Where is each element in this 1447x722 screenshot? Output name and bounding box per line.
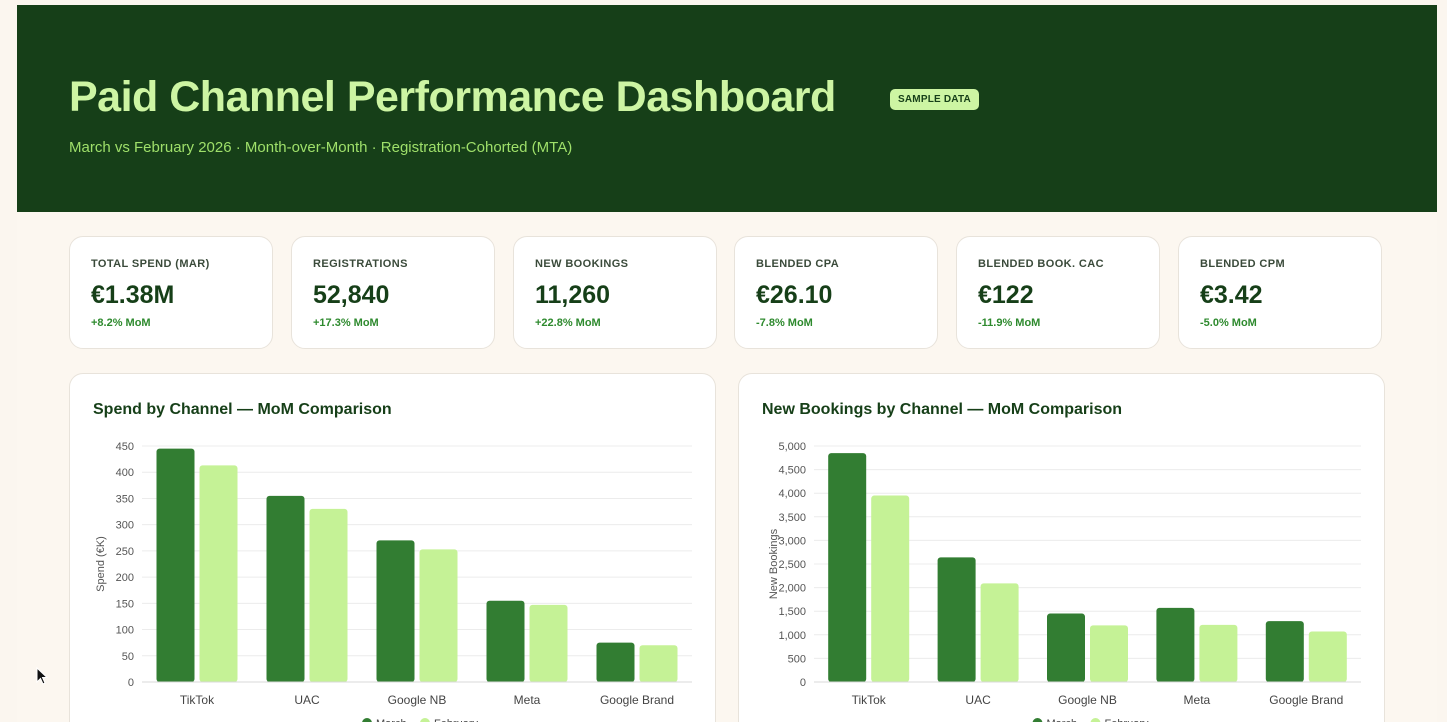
kpi-label: BLENDED CPM	[1200, 258, 1286, 270]
kpi-value: €26.10	[756, 281, 833, 309]
y-tick-label: 0	[800, 677, 806, 689]
legend-label[interactable]: March	[376, 718, 407, 722]
bar-february	[639, 645, 678, 682]
bar-march	[266, 495, 305, 682]
kpi-card-blended-cpm: BLENDED CPM €3.42 -5.0% MoM	[1178, 236, 1382, 349]
dashboard-header: Paid Channel Performance Dashboard SAMPL…	[17, 5, 1437, 212]
y-tick-label: 100	[116, 625, 134, 637]
kpi-label: BLENDED BOOK. CAC	[978, 258, 1104, 270]
legend-swatch	[1090, 718, 1101, 722]
x-tick-label: Google Brand	[600, 693, 674, 707]
kpi-value: €1.38M	[91, 281, 175, 309]
kpi-label: REGISTRATIONS	[313, 258, 408, 270]
y-tick-label: 450	[116, 441, 134, 453]
x-tick-label: Meta	[1184, 693, 1211, 707]
legend-swatch	[362, 718, 372, 722]
kpi-change: +8.2% MoM	[91, 317, 151, 329]
y-tick-label: 350	[116, 493, 134, 505]
kpi-change: -11.9% MoM	[978, 317, 1041, 329]
y-tick-label: 5,000	[778, 441, 806, 453]
kpi-card-blended-book-cac: BLENDED BOOK. CAC €122 -11.9% MoM	[956, 236, 1160, 349]
y-tick-label: 3,500	[778, 512, 806, 524]
kpi-card-new-bookings: NEW BOOKINGS 11,260 +22.8% MoM	[513, 236, 717, 349]
bar-march	[1156, 607, 1195, 682]
bar-march	[156, 448, 195, 682]
spend-chart: 0 50 100 150 200 250 300 350 400 450 Spend (€K) Tik…	[95, 441, 692, 722]
page-subtitle: March vs February 2026 · Month-over-Mont…	[69, 139, 573, 156]
kpi-label: NEW BOOKINGS	[535, 258, 629, 270]
x-tick-label: Meta	[514, 693, 541, 707]
bar-march	[937, 557, 976, 682]
x-tick-label: TikTok	[180, 693, 215, 707]
y-tick-label: 2,000	[778, 583, 806, 595]
bar-march	[1265, 621, 1304, 682]
kpi-change: -5.0% MoM	[1200, 317, 1257, 329]
y-tick-label: 1,000	[778, 630, 806, 642]
bar-february	[871, 495, 910, 682]
bar-march	[486, 600, 525, 682]
legend-swatch	[1032, 718, 1043, 722]
y-axis-label: New Bookings	[768, 528, 780, 599]
kpi-label: BLENDED CPA	[756, 258, 840, 270]
kpi-card-blended-cpa: BLENDED CPA €26.10 -7.8% MoM	[734, 236, 938, 349]
dashboard-page: Paid Channel Performance Dashboard SAMPL…	[17, 5, 1437, 722]
y-tick-label: 400	[116, 467, 134, 479]
kpi-card-total-spend: TOTAL SPEND (MAR) €1.38M +8.2% MoM	[69, 236, 273, 349]
y-tick-label: 4,000	[778, 488, 806, 500]
bar-february	[1308, 631, 1347, 682]
y-tick-label: 200	[116, 572, 134, 584]
legend-label[interactable]: February	[1105, 718, 1150, 722]
spend-chart-panel: Spend by Channel — MoM Comparison 0 50 100…	[69, 373, 716, 722]
kpi-change: +17.3% MoM	[313, 317, 379, 329]
y-tick-label: 50	[122, 651, 134, 663]
bar-february	[1199, 624, 1238, 682]
y-tick-label: 4,500	[778, 465, 806, 477]
bar-march	[596, 642, 635, 682]
y-tick-label: 3,000	[778, 535, 806, 547]
bar-february	[419, 549, 458, 682]
bar-february	[309, 508, 348, 682]
x-tick-label: Google NB	[1058, 693, 1117, 707]
kpi-value: €122	[978, 281, 1034, 309]
kpi-label: TOTAL SPEND (MAR)	[91, 258, 210, 270]
kpi-card-registrations: REGISTRATIONS 52,840 +17.3% MoM	[291, 236, 495, 349]
bar-february	[980, 583, 1019, 682]
y-tick-label: 1,500	[778, 606, 806, 618]
y-tick-label: 300	[116, 520, 134, 532]
bar-february	[1090, 625, 1128, 682]
kpi-change: +22.8% MoM	[535, 317, 601, 329]
page-title: Paid Channel Performance Dashboard	[69, 73, 836, 121]
legend-label[interactable]: March	[1047, 718, 1078, 722]
y-tick-label: 150	[116, 598, 134, 610]
x-tick-label: TikTok	[852, 693, 887, 707]
kpi-value: 52,840	[313, 281, 390, 309]
bar-february	[199, 465, 238, 682]
sample-data-badge: SAMPLE DATA	[890, 89, 979, 110]
x-tick-label: Google NB	[388, 693, 447, 707]
y-tick-label: 2,500	[778, 559, 806, 571]
y-tick-label: 500	[788, 653, 806, 665]
bookings-chart: 0 500 1,000 1,500 2,000 2,500 3,000 3,500 4,000 4…	[768, 441, 1361, 722]
kpi-change: -7.8% MoM	[756, 317, 813, 329]
bar-march	[828, 453, 867, 682]
kpi-value: €3.42	[1200, 281, 1263, 309]
bookings-chart-panel: New Bookings by Channel — MoM Comparison…	[738, 373, 1385, 722]
legend-swatch	[420, 718, 430, 722]
bar-february	[529, 604, 568, 682]
x-tick-label: UAC	[294, 693, 320, 707]
mouse-cursor-icon	[36, 667, 49, 685]
bar-march	[376, 540, 415, 682]
bar-march	[1047, 613, 1085, 682]
legend-label[interactable]: February	[434, 718, 479, 722]
y-tick-label: 250	[116, 546, 134, 558]
x-tick-label: Google Brand	[1269, 693, 1343, 707]
y-tick-label: 0	[128, 677, 134, 689]
kpi-value: 11,260	[535, 281, 611, 309]
y-axis-label: Spend (€K)	[95, 536, 107, 592]
x-tick-label: UAC	[965, 693, 991, 707]
